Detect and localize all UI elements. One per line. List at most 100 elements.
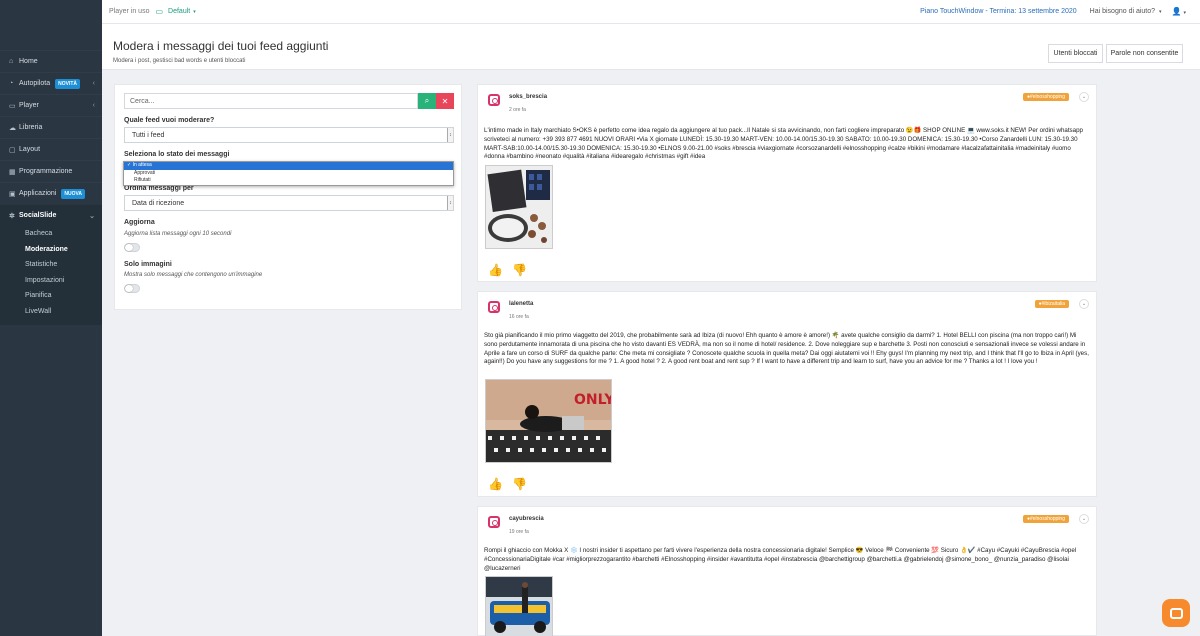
search-row: ⌕ ✕ [124, 93, 454, 109]
state-option[interactable]: ✓ In attesa [124, 162, 453, 170]
sidebar-subitem-moderazione[interactable]: Moderazione [0, 242, 102, 258]
apps-icon: ▣ [9, 190, 16, 198]
feed-label: Quale feed vuoi moderare? [124, 117, 215, 124]
order-select[interactable]: Data di ricezione ↕ [124, 195, 454, 211]
chevron-left-icon: ‹ [92, 102, 95, 109]
select-arrows-icon: ↕ [447, 196, 453, 210]
sidebar-item-layout[interactable]: ▢ Layout [0, 138, 102, 160]
sidebar-item-socialslide[interactable]: ✲ SocialSlide ⌄ [0, 204, 102, 226]
sidebar-item-label: Autopilota [19, 80, 51, 87]
feed-select[interactable]: Tutti i feed ↕ [124, 127, 454, 143]
filter-panel: ⌕ ✕ Quale feed vuoi moderare? Tutti i fe… [114, 84, 462, 310]
post-text: Rompi il ghiaccio con Mokka X ❄️ I nostr… [484, 547, 1077, 572]
sidebar-item-home[interactable]: ⌂ Home [0, 50, 102, 72]
toggle-knob [125, 285, 133, 292]
user-icon[interactable]: 👤 ▾ [1172, 7, 1186, 16]
state-option[interactable]: Approvati [124, 170, 453, 178]
topbar-right: Piano TouchWindow - Termina: 13 settembr… [920, 7, 1200, 16]
post-author[interactable]: soks_brescia [509, 94, 547, 100]
images-toggle[interactable] [124, 284, 140, 293]
blocked-users-button[interactable]: Utenti bloccati [1048, 44, 1103, 63]
social-icon: ✲ [9, 212, 15, 220]
monitor-icon: ▭ [155, 7, 164, 16]
chat-icon [1169, 607, 1183, 619]
sidebar-item-autopilota[interactable]: ◔ Autopilota NOVITÀ ‹ [0, 72, 102, 94]
post-image [485, 576, 553, 636]
chat-button[interactable] [1162, 599, 1190, 627]
thumbs-down-icon[interactable]: 👎 [512, 477, 527, 491]
sidebar-item-player[interactable]: ▭ Player ‹ [0, 94, 102, 116]
bad-words-button[interactable]: Parole non consentite [1106, 44, 1183, 63]
sidebar-item-libreria[interactable]: ☁ Libreria [0, 116, 102, 138]
topbar: Player in uso ▭ Default ▾ Piano TouchWin… [102, 0, 1200, 24]
images-label: Solo immagini [124, 261, 172, 268]
sidebar-subitem-bacheca[interactable]: Bacheca [0, 226, 102, 242]
post-text: Sto già pianificando il mio primo viagge… [484, 332, 1089, 366]
sidebar-subitem-livewall[interactable]: LiveWall [0, 304, 102, 320]
post-author[interactable]: cayubrescia [509, 516, 544, 522]
autopilot-icon: ◔ [9, 80, 14, 87]
instagram-icon [488, 94, 500, 106]
refresh-toggle[interactable] [124, 243, 140, 252]
post-tag: ● #ibizaitalia [1034, 300, 1069, 308]
chevron-down-icon[interactable]: ⌄ [1079, 299, 1089, 309]
plan-link[interactable]: Piano TouchWindow - Termina: 13 settembr… [920, 8, 1077, 15]
player-label: Player in uso [109, 8, 150, 15]
sidebar-item-label: SocialSlide [19, 212, 57, 219]
svg-text:ONLY: ONLY [574, 392, 612, 408]
post-time: 16 ore fa [509, 314, 529, 320]
images-help: Mostra solo messaggi che contengono un'i… [124, 272, 263, 278]
help-menu[interactable]: Hai bisogno di aiuto? ▾ [1090, 8, 1162, 15]
page-title: Modera i messaggi dei tuoi feed aggiunti [113, 39, 329, 53]
sidebar-item-label: Programmazione [19, 168, 73, 175]
sidebar-item-applicazioni[interactable]: ▣ Applicazioni NUOVA [0, 182, 102, 204]
sidebar-item-label: Layout [19, 146, 41, 153]
sidebar-item-label: Home [19, 58, 38, 65]
thumbs-up-icon[interactable]: 👍 [488, 477, 503, 491]
chevron-down-icon: ⌄ [89, 212, 95, 220]
clear-button[interactable]: ✕ [436, 93, 454, 109]
state-option[interactable]: Rifiutati [124, 177, 453, 185]
page-header: Modera i messaggi dei tuoi feed aggiunti… [102, 24, 1200, 70]
post-tag: ● #elnosshopping [1022, 515, 1069, 523]
state-dropdown[interactable]: ✓ In attesa Approvati Rifiutati [123, 161, 454, 186]
search-button[interactable]: ⌕ [418, 93, 436, 109]
select-arrows-icon: ↕ [447, 128, 453, 142]
instagram-icon [488, 516, 500, 528]
sidebar-item-label: Player [19, 102, 39, 109]
post-card: cayubrescia 19 ore fa ● #elnosshopping ⌄… [477, 506, 1097, 636]
post-image [485, 165, 553, 249]
calendar-icon: ▦ [9, 168, 16, 176]
post-card: lalenetta 16 ore fa ● #ibizaitalia ⌄ Sto… [477, 291, 1097, 497]
sidebar-subitem-impostazioni[interactable]: Impostazioni [0, 273, 102, 289]
post-time: 2 ore fa [509, 107, 526, 113]
new-badge: NUOVA [61, 188, 86, 199]
sidebar-item-programmazione[interactable]: ▦ Programmazione [0, 160, 102, 182]
sidebar: ⌂ Home ◔ Autopilota NOVITÀ ‹ ▭ Player ‹ … [0, 0, 102, 636]
chevron-down-icon[interactable]: ⌄ [1079, 514, 1089, 524]
post-tag: ● #elnosshopping [1022, 93, 1069, 101]
library-icon: ☁ [9, 124, 16, 132]
sidebar-subitem-pianifica[interactable]: Pianifica [0, 288, 102, 304]
chevron-down-icon[interactable]: ⌄ [1079, 92, 1089, 102]
instagram-icon [488, 301, 500, 313]
new-badge: NOVITÀ [55, 78, 81, 89]
order-select-value: Data di ricezione [132, 199, 185, 207]
help-label: Hai bisogno di aiuto? [1089, 8, 1156, 15]
post-card: soks_brescia 2 ore fa ● #elnosshopping ⌄… [477, 84, 1097, 282]
post-tag-label: #ibizaitalia [1041, 301, 1065, 307]
player-select[interactable]: ▭ Default ▾ [155, 7, 195, 16]
thumbs-down-icon[interactable]: 👎 [512, 263, 527, 277]
caret-down-icon: ▾ [1183, 10, 1186, 16]
order-label: Ordina messaggi per [124, 185, 194, 192]
post-author[interactable]: lalenetta [509, 301, 533, 307]
refresh-label: Aggiorna [124, 219, 155, 226]
post-text: L'intimo made in Italy marchiato S•OKS è… [484, 127, 1083, 161]
search-input[interactable] [124, 93, 418, 109]
sidebar-subitem-statistiche[interactable]: Statistiche [0, 257, 102, 273]
thumbs-up-icon[interactable]: 👍 [488, 263, 503, 277]
post-tag-label: #elnosshopping [1029, 94, 1065, 100]
close-icon: ✕ [441, 96, 449, 106]
caret-down-icon: ▾ [1159, 9, 1162, 15]
caret-down-icon: ▾ [193, 8, 196, 15]
